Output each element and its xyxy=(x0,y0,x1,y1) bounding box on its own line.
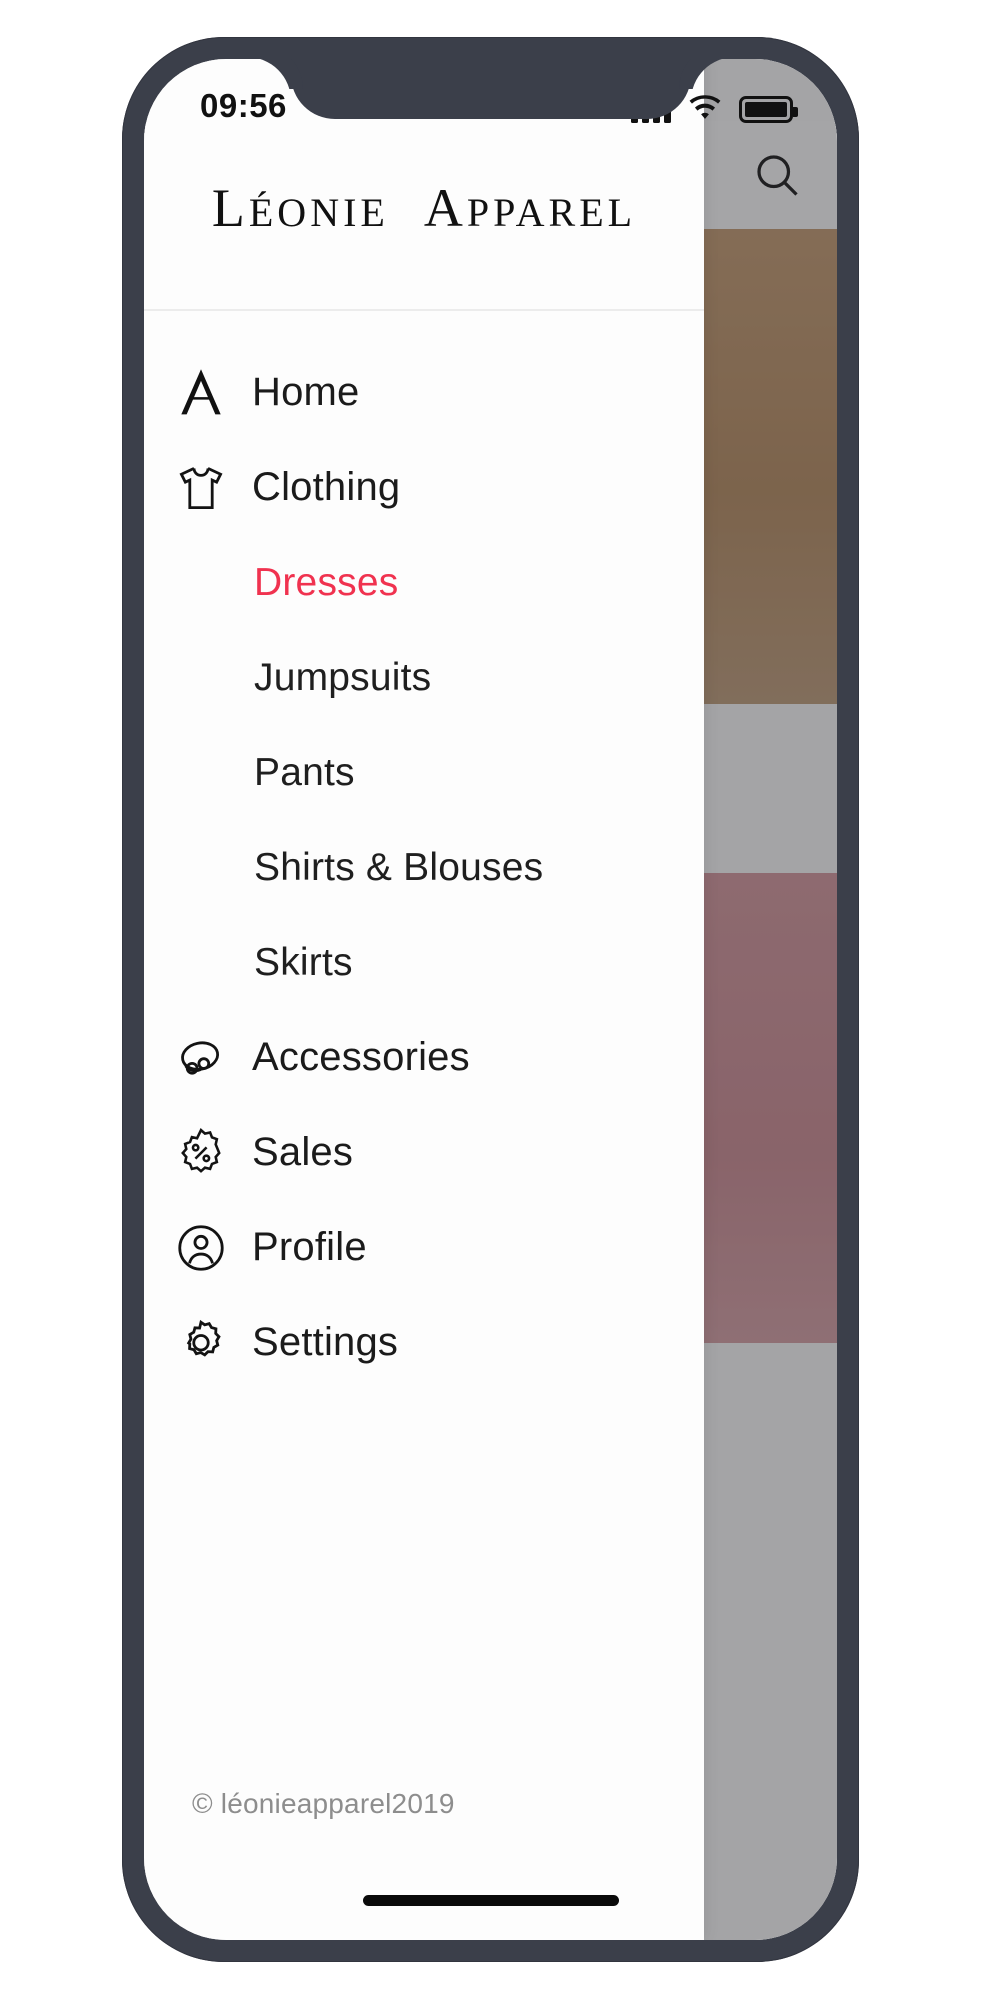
device-notch xyxy=(290,59,691,119)
percent-badge-icon xyxy=(170,1125,232,1181)
phone-screen: rap s 0 ress 29.99 xyxy=(144,59,837,1940)
sidebar-item-label: Accessories xyxy=(252,1035,470,1079)
hat-icon xyxy=(170,1030,232,1086)
sidebar-item-profile[interactable]: Profile xyxy=(144,1200,704,1295)
sidebar-subitem-dresses[interactable]: Dresses xyxy=(144,535,704,630)
navigation-drawer: LÉONIE APPAREL Home Clothing Dresses Jum… xyxy=(144,59,704,1940)
sidebar-item-label: Settings xyxy=(252,1320,399,1364)
gear-icon xyxy=(170,1315,232,1371)
brand-logo-text: LÉONIE APPAREL xyxy=(212,177,636,239)
drawer-menu: Home Clothing Dresses Jumpsuits Pants Sh… xyxy=(144,311,704,1770)
sidebar-subitem-label: Skirts xyxy=(254,940,353,984)
user-circle-icon xyxy=(170,1220,232,1276)
home-indicator[interactable] xyxy=(362,1895,619,1906)
sidebar-item-settings[interactable]: Settings xyxy=(144,1295,704,1390)
sidebar-subitem-jumpsuits[interactable]: Jumpsuits xyxy=(144,630,704,725)
sidebar-item-clothing[interactable]: Clothing xyxy=(144,440,704,535)
letter-a-home-icon xyxy=(170,365,232,421)
sidebar-item-label: Profile xyxy=(252,1225,367,1269)
sidebar-item-label: Home xyxy=(252,370,360,414)
sidebar-subitem-label: Shirts & Blouses xyxy=(254,845,544,889)
sidebar-item-sales[interactable]: Sales xyxy=(144,1105,704,1200)
sidebar-subitem-pants[interactable]: Pants xyxy=(144,725,704,820)
sidebar-item-accessories[interactable]: Accessories xyxy=(144,1010,704,1105)
sidebar-item-label: Clothing xyxy=(252,465,401,509)
sidebar-item-label: Sales xyxy=(252,1130,354,1174)
sidebar-subitem-skirts[interactable]: Skirts xyxy=(144,915,704,1010)
sidebar-subitem-label: Pants xyxy=(254,750,355,794)
brand-logo-eonie: ÉONIE xyxy=(248,190,389,235)
sidebar-subitem-label: Dresses xyxy=(254,560,399,604)
drawer-footer: © léonieapparel2019 xyxy=(144,1770,704,1940)
brand-logo-a: A xyxy=(423,178,467,238)
phone-device-frame: rap s 0 ress 29.99 xyxy=(122,37,859,1962)
brand-logo-l: L xyxy=(211,178,249,238)
sidebar-subitem-label: Jumpsuits xyxy=(254,655,432,699)
sidebar-subitem-shirts-blouses[interactable]: Shirts & Blouses xyxy=(144,820,704,915)
tshirt-icon xyxy=(170,460,232,516)
brand-logo-pparel: PPAREL xyxy=(466,190,637,235)
sidebar-item-home[interactable]: Home xyxy=(144,345,704,440)
copyright-text: © léonieapparel2019 xyxy=(192,1788,455,1819)
screenshot-stage: rap s 0 ress 29.99 xyxy=(0,0,981,1999)
